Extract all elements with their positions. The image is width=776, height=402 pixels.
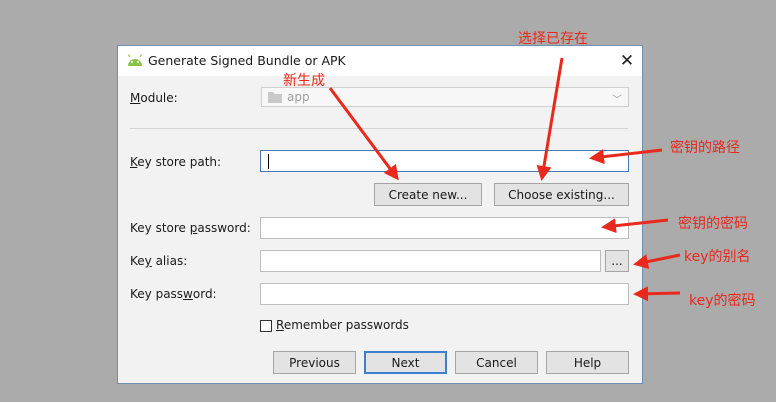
- annotation-key-alias: key的别名: [684, 249, 751, 265]
- annotation-keystore-password: 密钥的密码: [678, 216, 748, 232]
- arrow-to-key-alias: [633, 253, 681, 269]
- arrow-to-choose-existing: [536, 57, 564, 181]
- annotation-create-new: 新生成: [283, 73, 325, 89]
- annotation-arrows: [328, 57, 681, 302]
- arrow-to-key-path: [589, 148, 663, 165]
- arrow-to-key-password: [633, 286, 681, 302]
- arrow-to-create-new: [328, 87, 399, 181]
- annotation-choose-existing: 选择已存在: [518, 31, 588, 47]
- arrow-to-keystore-password: [601, 218, 669, 234]
- annotation-key-path: 密钥的路径: [670, 140, 740, 156]
- annotation-key-password: key的密码: [689, 293, 756, 309]
